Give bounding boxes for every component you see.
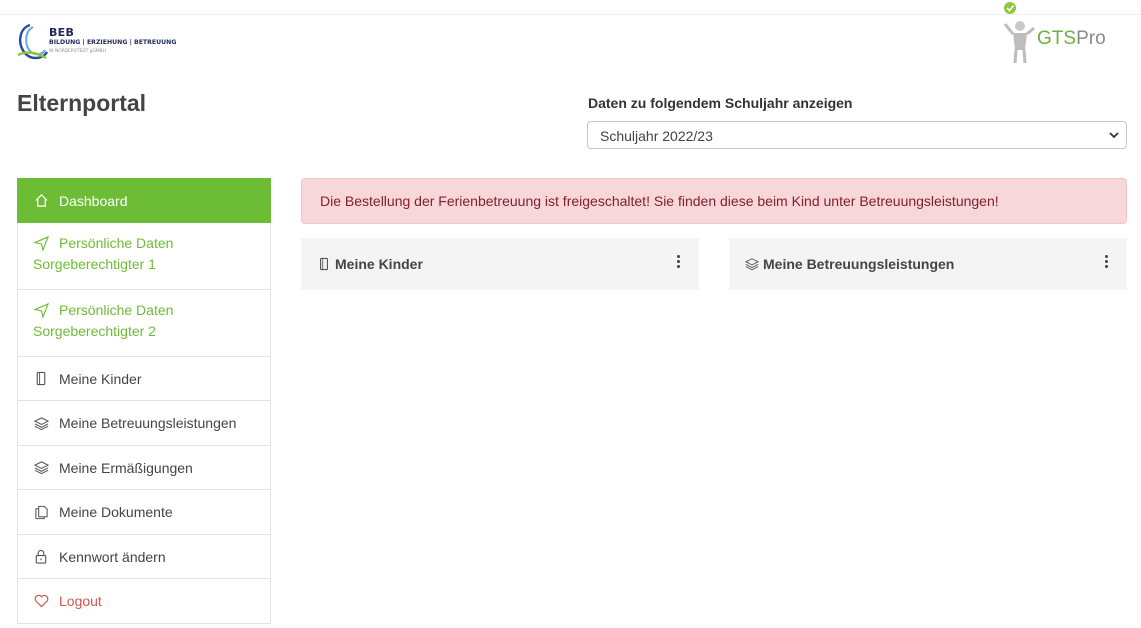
gtspro-figure-icon xyxy=(1003,2,1035,64)
sidebar-item-label: Meine Kinder xyxy=(59,370,142,387)
school-year-select[interactable]: Schuljahr 2022/23 xyxy=(587,121,1127,149)
tablet-icon xyxy=(33,371,49,387)
send-icon xyxy=(33,235,49,251)
sidebar-item-label: Dashboard xyxy=(59,192,128,209)
layers-icon xyxy=(745,257,759,271)
card-title-text: Meine Kinder xyxy=(335,256,423,272)
card-my-children: Meine Kinder xyxy=(301,238,699,290)
holiday-care-alert: Die Bestellung der Ferienbetreuung ist f… xyxy=(301,178,1127,224)
card-title: Meine Kinder xyxy=(317,256,423,272)
lock-icon xyxy=(33,549,49,565)
gtspro-logo: GTSPro xyxy=(1000,0,1125,66)
sidebar-item-label: Meine Betreuungsleistungen xyxy=(59,415,237,431)
layers-icon xyxy=(33,460,49,476)
gtspro-pro: Pro xyxy=(1076,28,1106,49)
sidebar-item-dashboard[interactable]: Dashboard xyxy=(17,178,271,223)
sidebar-item-label: Logout xyxy=(59,593,102,609)
sidebar-nav: Dashboard Persönliche Daten Sorgeberecht… xyxy=(17,178,271,624)
sidebar-item-label: Meine Dokumente xyxy=(59,504,173,520)
card-title-text: Meine Betreuungsleistungen xyxy=(763,256,955,272)
sidebar-item-logout[interactable]: Logout xyxy=(17,579,271,624)
beb-legal-name: IN NORDERSTEDT gGMBH xyxy=(49,49,106,54)
card-menu-kebab-icon[interactable] xyxy=(675,255,681,273)
beb-brand: BEB xyxy=(49,26,75,39)
header-divider xyxy=(0,14,1141,15)
sidebar-item-label: Persönliche Daten Sorgeberechtigter 2 xyxy=(33,302,174,339)
beb-logo[interactable]: BEB BILDUNG | ERZIEHUNG | BETREUUNG IN N… xyxy=(16,22,216,66)
sidebar-item-change-password[interactable]: Kennwort ändern xyxy=(17,535,271,579)
gtspro-gts: GTS xyxy=(1037,28,1077,49)
page-title: Elternportal xyxy=(17,90,147,116)
school-year-value: Schuljahr 2022/23 xyxy=(600,128,713,144)
send-icon xyxy=(33,302,49,318)
sidebar-item-guardian-1[interactable]: Persönliche Daten Sorgeberechtigter 1 xyxy=(17,223,271,290)
heart-icon xyxy=(33,593,49,609)
chevron-down-icon xyxy=(1109,132,1119,139)
card-menu-kebab-icon[interactable] xyxy=(1103,255,1109,273)
sidebar-item-guardian-2[interactable]: Persönliche Daten Sorgeberechtigter 2 xyxy=(17,290,271,357)
beb-tagline: BILDUNG | ERZIEHUNG | BETREUUNG xyxy=(49,39,177,46)
tablet-icon xyxy=(317,257,331,271)
sidebar-item-label: Persönliche Daten Sorgeberechtigter 1 xyxy=(33,235,174,272)
documents-icon xyxy=(33,504,49,520)
layers-icon xyxy=(33,415,49,431)
sidebar-item-discounts[interactable]: Meine Ermäßigungen xyxy=(17,446,271,490)
sidebar-item-label: Meine Ermäßigungen xyxy=(59,459,193,476)
card-my-services: Meine Betreuungsleistungen xyxy=(729,238,1127,290)
sidebar-item-kids[interactable]: Meine Kinder xyxy=(17,357,271,401)
sidebar-item-documents[interactable]: Meine Dokumente xyxy=(17,490,271,535)
sidebar-item-label: Kennwort ändern xyxy=(59,548,166,565)
home-icon xyxy=(33,193,49,209)
sidebar-item-services[interactable]: Meine Betreuungsleistungen xyxy=(17,401,271,446)
beb-logo-mark xyxy=(17,23,49,60)
gtspro-wordmark: GTSPro xyxy=(1037,28,1106,50)
card-title: Meine Betreuungsleistungen xyxy=(745,256,954,272)
year-selector-label: Daten zu folgendem Schuljahr anzeigen xyxy=(588,95,853,111)
